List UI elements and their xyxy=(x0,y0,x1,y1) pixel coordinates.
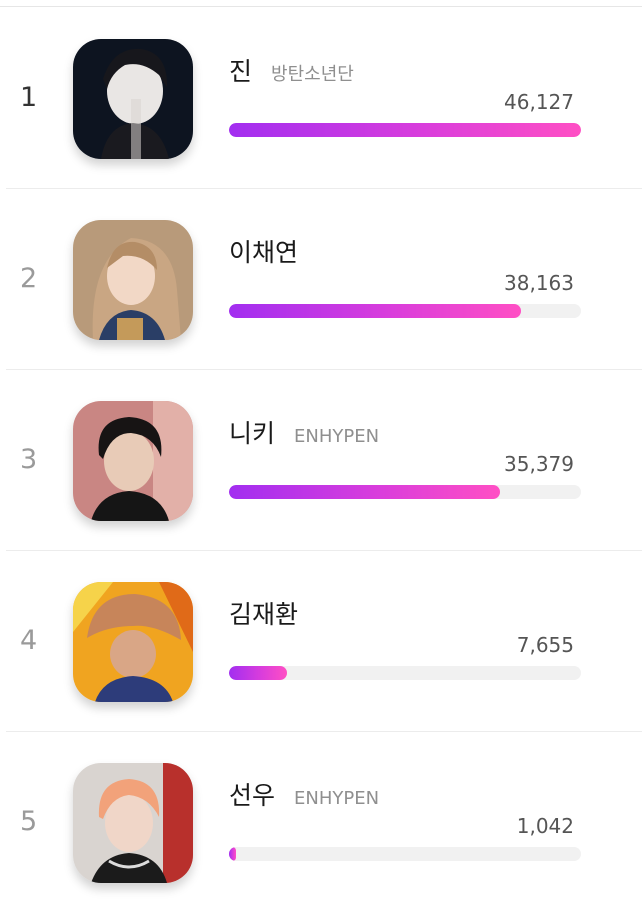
vote-progress-bar xyxy=(229,123,581,137)
profile-photo-icon xyxy=(73,220,193,340)
vote-progress-bar xyxy=(229,304,581,318)
ranking-item[interactable]: 3 니키 ENHYPEN 35,379 xyxy=(6,370,642,551)
ranking-item[interactable]: 2 이채연 38,163 xyxy=(6,189,642,370)
ranking-item[interactable]: 4 김재환 7,655 xyxy=(6,551,642,732)
top-divider xyxy=(0,6,642,7)
rank-number: 5 xyxy=(20,806,38,837)
vote-progress-fill xyxy=(229,847,237,861)
artist-group: ENHYPEN xyxy=(294,426,380,447)
vote-progress-fill xyxy=(229,666,288,680)
rank-number: 3 xyxy=(20,444,38,475)
vote-progress-bar xyxy=(229,666,581,680)
name-row: 선우 ENHYPEN xyxy=(229,776,379,812)
name-row: 김재환 xyxy=(229,595,298,631)
profile-photo-icon xyxy=(73,401,193,521)
artist-group: 방탄소년단 xyxy=(271,64,354,85)
vote-progress-fill xyxy=(229,123,581,137)
name-row: 니키 ENHYPEN xyxy=(229,414,379,450)
artist-group: ENHYPEN xyxy=(294,788,380,809)
profile-photo-icon xyxy=(73,582,193,702)
avatar[interactable] xyxy=(73,582,193,702)
ranking-item[interactable]: 5 선우 ENHYPEN 1,042 xyxy=(6,732,642,912)
vote-progress-fill xyxy=(229,304,522,318)
artist-name: 진 xyxy=(229,57,253,86)
avatar[interactable] xyxy=(73,39,193,159)
name-row: 진 방탄소년단 xyxy=(229,52,354,88)
rank-number: 1 xyxy=(20,82,38,113)
avatar[interactable] xyxy=(73,220,193,340)
vote-count: 7,655 xyxy=(516,633,574,657)
artist-name: 선우 xyxy=(229,781,276,810)
vote-count: 1,042 xyxy=(516,814,574,838)
ranking-list: 1 진 방탄소년단 46,127 2 이채연 38,163 3 니키 ENHYP… xyxy=(0,8,642,912)
vote-count: 35,379 xyxy=(504,452,574,476)
rank-number: 2 xyxy=(20,263,38,294)
avatar[interactable] xyxy=(73,401,193,521)
avatar[interactable] xyxy=(73,763,193,883)
vote-progress-bar xyxy=(229,847,581,861)
artist-name: 니키 xyxy=(229,419,276,448)
artist-name: 김재환 xyxy=(229,600,299,629)
vote-progress-fill xyxy=(229,485,501,499)
profile-photo-icon xyxy=(73,39,193,159)
vote-count: 46,127 xyxy=(504,90,574,114)
vote-progress-bar xyxy=(229,485,581,499)
vote-count: 38,163 xyxy=(504,271,574,295)
ranking-item[interactable]: 1 진 방탄소년단 46,127 xyxy=(6,8,642,189)
rank-number: 4 xyxy=(20,625,38,656)
name-row: 이채연 xyxy=(229,233,298,269)
profile-photo-icon xyxy=(73,763,193,883)
artist-name: 이채연 xyxy=(229,238,299,267)
